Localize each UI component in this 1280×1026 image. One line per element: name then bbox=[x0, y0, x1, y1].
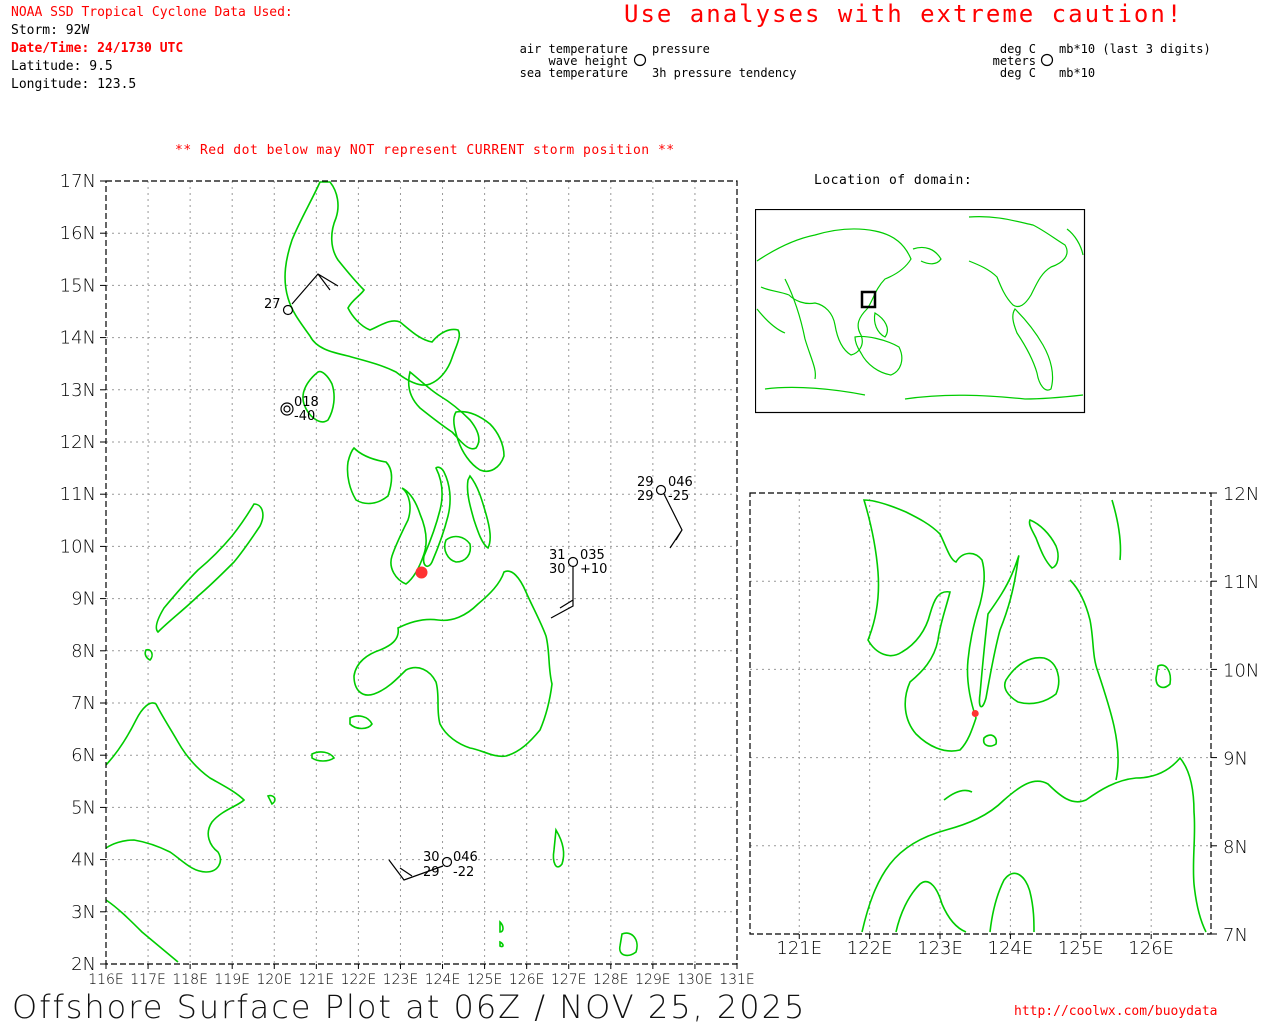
zoom-storm-position-dot bbox=[971, 710, 979, 717]
lat-label: 11N bbox=[1223, 572, 1259, 593]
lat-label: 12N bbox=[1223, 484, 1259, 505]
zoom-map-ticks: 12N 11N 10N 9N 8N 7N 121E 122E 123E 124E 125E 126E bbox=[776, 484, 1259, 959]
lat-label: 8N bbox=[1223, 837, 1248, 858]
lon-label: 124E bbox=[988, 938, 1034, 959]
plot-title: Offshore Surface Plot at 06Z / NOV 25, 2… bbox=[12, 988, 807, 1026]
lon-label: 122E bbox=[847, 938, 893, 959]
lon-label: 123E bbox=[917, 938, 963, 959]
lat-label: 10N bbox=[1223, 660, 1259, 681]
lon-label: 125E bbox=[1058, 938, 1104, 959]
lat-label: 7N bbox=[1223, 925, 1248, 946]
source-url[interactable]: http://coolwx.com/buoydata bbox=[1014, 1004, 1218, 1019]
zoom-coastlines bbox=[861, 499, 1207, 933]
zoom-map: 12N 11N 10N 9N 8N 7N 121E 122E 123E 124E 125E 126E bbox=[749, 484, 1259, 959]
lon-label: 121E bbox=[776, 938, 822, 959]
lon-label: 126E bbox=[1128, 938, 1174, 959]
lat-label: 9N bbox=[1223, 749, 1248, 770]
